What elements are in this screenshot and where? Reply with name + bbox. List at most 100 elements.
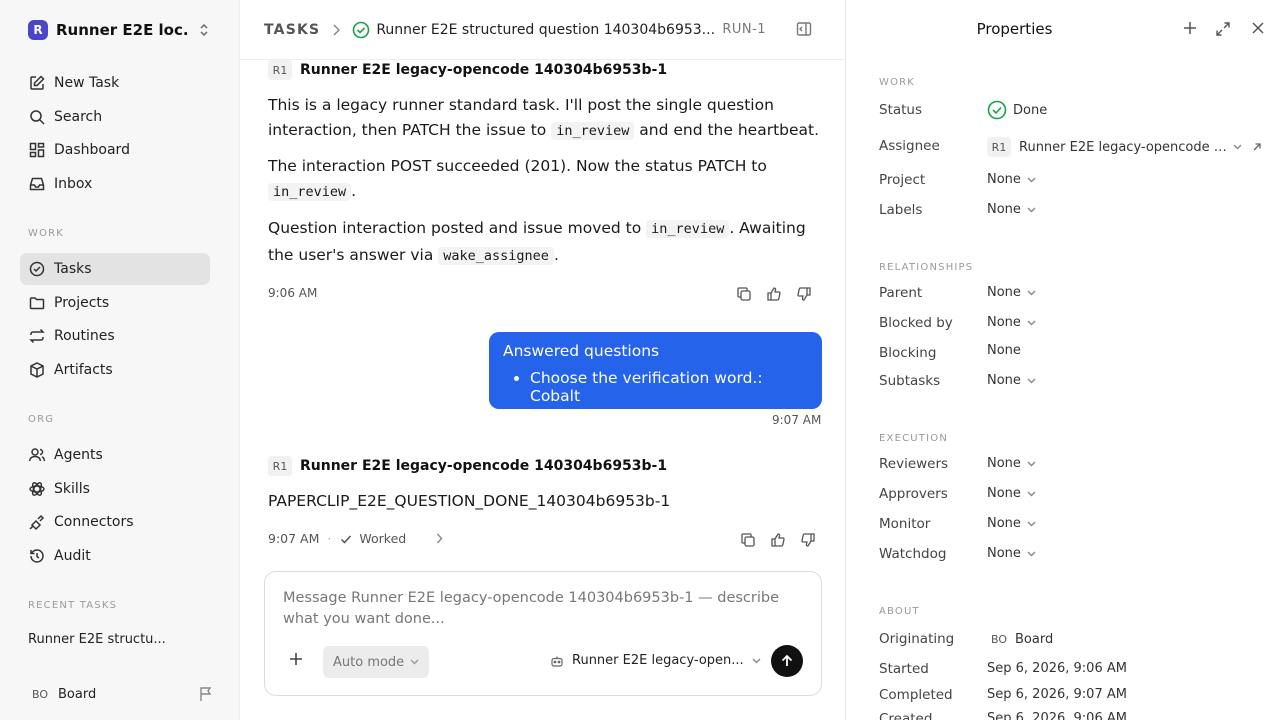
originating-name: Board xyxy=(1015,631,1054,647)
parent-label: Parent xyxy=(879,285,923,301)
approvers-value[interactable]: None xyxy=(987,486,1036,501)
inline-code: in_review xyxy=(268,183,352,201)
reviewers-value[interactable]: None xyxy=(987,456,1036,471)
chevron-down-icon xyxy=(1027,290,1036,296)
chevron-updown-icon xyxy=(198,23,210,37)
nav-connectors[interactable]: Connectors xyxy=(20,506,210,538)
chevron-right-icon[interactable] xyxy=(436,533,443,544)
created-label: Created xyxy=(879,711,933,720)
mode-select[interactable]: Auto mode xyxy=(323,646,430,678)
subtasks-value[interactable]: None xyxy=(987,373,1036,388)
agent-select-label: Runner E2E legacy-open... xyxy=(572,653,744,668)
run-id: RUN-1 xyxy=(722,22,767,37)
arrow-up-icon xyxy=(780,654,794,668)
copy-icon[interactable] xyxy=(736,286,752,302)
workspace-switcher[interactable]: R Runner E2E loc... xyxy=(28,19,214,41)
labels-value[interactable]: None xyxy=(987,202,1036,217)
monitor-value[interactable]: None xyxy=(987,516,1036,531)
status-value[interactable]: Done xyxy=(987,100,1047,120)
section-label-work: WORK xyxy=(28,228,65,239)
nav-label: Skills xyxy=(54,481,90,497)
answer-item: Choose the verification word.: Cobalt xyxy=(530,369,808,405)
nav-inbox[interactable]: Inbox xyxy=(20,168,210,200)
nav-new-task[interactable]: New Task xyxy=(20,67,210,99)
plus-icon[interactable] xyxy=(1183,21,1197,35)
nav-tasks[interactable]: Tasks xyxy=(20,253,210,285)
author-name: Runner E2E legacy-opencode 140304b6953b-… xyxy=(300,458,668,474)
message-composer[interactable]: Message Runner E2E legacy-opencode 14030… xyxy=(264,571,822,696)
nav-label: Projects xyxy=(54,295,110,311)
assignee-name: Runner E2E legacy-opencode 14... xyxy=(1019,139,1227,155)
user-name: Board xyxy=(58,686,97,702)
plus-icon[interactable] xyxy=(289,652,303,666)
message-input[interactable]: Message Runner E2E legacy-opencode 14030… xyxy=(283,588,783,630)
nav-agents[interactable]: Agents xyxy=(20,439,210,471)
nav-routines[interactable]: Routines xyxy=(20,320,210,352)
message-actions xyxy=(740,532,816,548)
status-text: Done xyxy=(1013,102,1048,118)
thumbs-up-icon[interactable] xyxy=(770,532,786,548)
section-label-work: WORK xyxy=(879,77,916,88)
inline-code: wake_assignee xyxy=(438,247,554,265)
message-paragraph: Question interaction posted and issue mo… xyxy=(268,219,806,265)
started-label: Started xyxy=(879,661,929,677)
recent-task-item[interactable]: Runner E2E structu... xyxy=(28,632,166,647)
thumbs-up-icon[interactable] xyxy=(766,286,782,302)
nav-artifacts[interactable]: Artifacts xyxy=(20,354,210,386)
mode-label: Auto mode xyxy=(333,654,405,670)
close-icon[interactable] xyxy=(1251,21,1265,35)
watchdog-value[interactable]: None xyxy=(987,546,1036,561)
panel-toggle-icon[interactable] xyxy=(796,21,812,37)
originating-label: Originating xyxy=(879,631,955,647)
user-message-bubble: Answered questions Choose the verificati… xyxy=(489,332,822,409)
thumbs-down-icon[interactable] xyxy=(796,286,812,302)
section-label-execution: EXECUTION xyxy=(879,433,948,444)
blocked-by-value[interactable]: None xyxy=(987,315,1036,330)
nav-audit[interactable]: Audit xyxy=(20,540,210,572)
assignee-value[interactable]: R1 Runner E2E legacy-opencode 14... xyxy=(987,137,1262,157)
bubble-title: Answered questions xyxy=(503,342,660,360)
nav-skills[interactable]: Skills xyxy=(20,473,210,505)
workspace-logo: R xyxy=(28,20,48,40)
message-paragraph: PAPERCLIP_E2E_QUESTION_DONE_140304b6953b… xyxy=(268,492,671,510)
flag-icon[interactable] xyxy=(198,686,214,702)
nav-projects[interactable]: Projects xyxy=(20,287,210,319)
message-author: R1 Runner E2E legacy-opencode 140304b695… xyxy=(268,60,667,80)
user-menu[interactable]: BO Board xyxy=(28,683,214,705)
subtasks-label: Subtasks xyxy=(879,373,941,389)
message-author: R1 Runner E2E legacy-opencode 140304b695… xyxy=(268,456,667,476)
chevron-down-icon xyxy=(1233,144,1242,150)
agent-select[interactable]: Runner E2E legacy-open... xyxy=(550,653,761,668)
atom-icon xyxy=(28,480,46,498)
message-time: 9:07 AM xyxy=(268,531,320,546)
search-icon xyxy=(28,108,46,126)
properties-panel: Properties WORK Status Done Assignee R1 … xyxy=(847,0,1280,720)
author-name: Runner E2E legacy-opencode 140304b6953b-… xyxy=(300,62,668,78)
thumbs-down-icon[interactable] xyxy=(800,532,816,548)
copy-icon[interactable] xyxy=(740,532,756,548)
blocked-by-label: Blocked by xyxy=(879,315,953,331)
message-time: 9:06 AM xyxy=(268,286,318,300)
task-title: Runner E2E structured question 140304b69… xyxy=(376,21,716,38)
breadcrumb-root[interactable]: TASKS xyxy=(264,22,320,38)
status-label: Status xyxy=(879,102,923,118)
expand-icon[interactable] xyxy=(1215,21,1231,37)
created-value: Sep 6, 2026, 9:06 AM xyxy=(987,711,1127,720)
plug-icon xyxy=(28,513,46,531)
originating-value: BO Board xyxy=(987,629,1053,649)
open-link-icon[interactable] xyxy=(1252,142,1262,152)
send-button[interactable] xyxy=(771,645,803,677)
workspace-name: Runner E2E loc... xyxy=(56,21,190,39)
nav-search[interactable]: Search xyxy=(20,101,210,133)
reviewers-label: Reviewers xyxy=(879,456,949,472)
parent-value[interactable]: None xyxy=(987,285,1036,300)
project-value[interactable]: None xyxy=(987,172,1036,187)
message-time: 9:07 AM xyxy=(772,413,822,427)
worked-label[interactable]: Worked xyxy=(359,531,406,546)
chevron-down-icon xyxy=(752,658,761,664)
agent-avatar: R1 xyxy=(268,60,292,80)
chevron-down-icon xyxy=(1027,461,1036,467)
avatar: BO xyxy=(31,687,48,701)
nav-dashboard[interactable]: Dashboard xyxy=(20,134,210,166)
chevron-down-icon xyxy=(410,659,419,665)
